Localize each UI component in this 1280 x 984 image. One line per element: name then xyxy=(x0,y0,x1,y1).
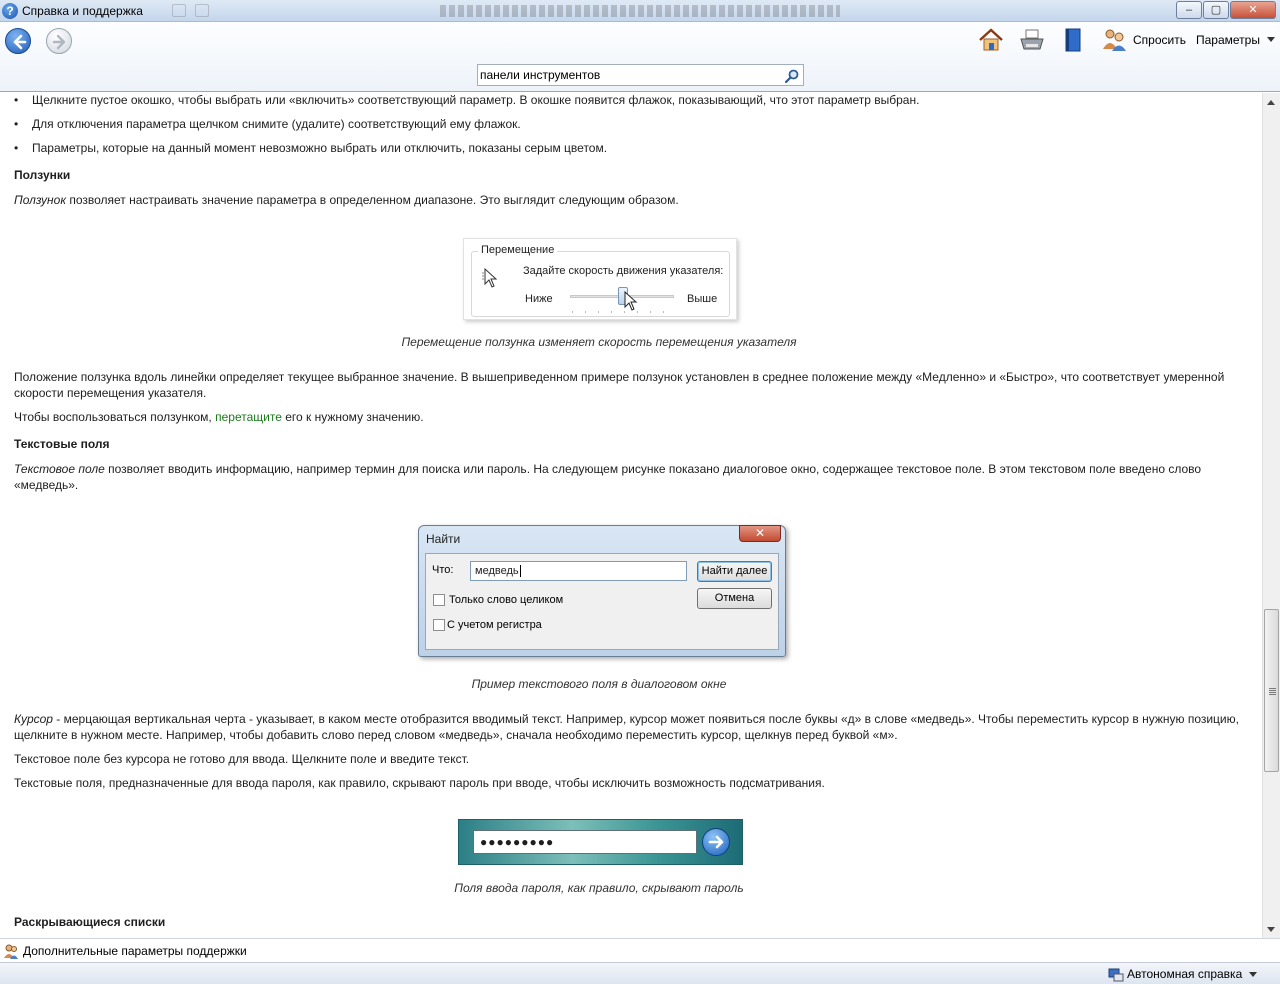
slider-prompt: Задайте скорость движения указателя: xyxy=(523,265,724,277)
scroll-down-icon[interactable] xyxy=(1267,927,1275,932)
section-heading-textboxes: Текстовые поля xyxy=(14,437,110,451)
what-label: Что: xyxy=(432,564,454,576)
ask-people-icon[interactable] xyxy=(1100,27,1128,53)
help-app-icon: ? xyxy=(2,3,18,19)
search-input[interactable] xyxy=(480,66,780,84)
figure-caption: Перемещение ползунка изменяет скорость п… xyxy=(401,335,797,349)
password-paragraph: Текстовые поля, предназначенные для ввод… xyxy=(14,776,825,790)
support-bar: Дополнительные параметры поддержки xyxy=(0,938,1280,962)
no-cursor-paragraph: Текстовое поле без курсора не готово для… xyxy=(14,752,470,766)
offline-help-button[interactable]: Автономная справка xyxy=(1127,967,1242,981)
arrow-right-icon xyxy=(52,34,66,50)
slider-usage-paragraph: Чтобы воспользоваться ползунком, перетащ… xyxy=(14,410,424,424)
home-icon[interactable] xyxy=(977,27,1005,53)
what-field: медведь xyxy=(470,561,687,581)
whole-word-checkbox xyxy=(433,594,445,606)
support-people-icon xyxy=(4,944,18,959)
find-dialog-figure: Найти ✕ Что: медведь Найти далее Отмена … xyxy=(418,525,786,657)
scroll-up-icon[interactable] xyxy=(1267,100,1275,105)
window-title: Справка и поддержка xyxy=(22,4,143,18)
quick-access-icon xyxy=(172,4,186,17)
figure-caption: Пример текстового поля в диалоговом окне xyxy=(471,677,727,691)
more-support-link[interactable]: Дополнительные параметры поддержки xyxy=(23,944,247,958)
minimize-button[interactable]: ‒ xyxy=(1176,1,1202,19)
slider-ticks xyxy=(572,311,676,313)
options-button[interactable]: Параметры xyxy=(1196,33,1260,47)
vertical-scrollbar[interactable] xyxy=(1262,93,1280,938)
background-window-title xyxy=(440,5,840,17)
forward-button[interactable] xyxy=(46,28,72,54)
term: Текстовое поле xyxy=(14,462,105,476)
section-heading-sliders: Ползунки xyxy=(14,168,71,182)
offline-help-icon xyxy=(1108,968,1124,982)
term: Ползунок xyxy=(14,193,66,207)
whole-word-label: Только слово целиком xyxy=(449,594,564,606)
slider-low-label: Ниже xyxy=(525,293,553,305)
back-button[interactable] xyxy=(5,28,31,54)
browse-help-icon[interactable] xyxy=(1059,27,1087,53)
dialog-close-icon: ✕ xyxy=(739,525,781,542)
slider-paragraph: Положение ползунка вдоль линейки определ… xyxy=(14,370,1225,400)
list-item: Параметры, которые на данный момент нево… xyxy=(14,140,607,156)
password-figure: ●●●●●●●●● xyxy=(458,819,743,865)
textbox-intro: Текстовое поле позволяет вводить информа… xyxy=(14,462,1202,492)
drag-link[interactable]: перетащите xyxy=(215,410,282,424)
motion-group xyxy=(471,251,730,317)
pointer-trail-icon xyxy=(482,267,498,288)
submit-arrow-icon xyxy=(702,828,730,856)
list-item: Для отключения параметра щелчком снимите… xyxy=(14,116,521,132)
scrollbar-thumb[interactable] xyxy=(1264,609,1279,772)
term: Курсор xyxy=(14,712,53,726)
cursor-paragraph: Курсор - мерцающая вертикальная черта - … xyxy=(14,712,1239,742)
sliders-intro: Ползунок позволяет настраивать значение … xyxy=(14,193,679,207)
mouse-pointer-icon xyxy=(624,291,638,311)
title-bar: ? Справка и поддержка ‒ ▢ ✕ xyxy=(0,0,1280,22)
dialog-title: Найти xyxy=(426,532,461,546)
chevron-down-icon[interactable] xyxy=(1249,972,1257,977)
match-case-checkbox xyxy=(433,619,445,631)
dialog-body: Что: медведь Найти далее Отмена Только с… xyxy=(425,553,779,650)
slider-figure: Перемещение Задайте скорость движения ук… xyxy=(463,238,737,320)
close-button[interactable]: ✕ xyxy=(1230,1,1276,19)
quick-access-icon xyxy=(195,4,209,17)
list-item: Щелкните пустое окошко, чтобы выбрать ил… xyxy=(14,93,919,108)
print-icon[interactable] xyxy=(1018,27,1046,53)
help-article: Щелкните пустое окошко, чтобы выбрать ил… xyxy=(0,93,1262,938)
group-label: Перемещение xyxy=(478,244,558,256)
slider-high-label: Выше xyxy=(687,293,718,305)
figure-caption: Поля ввода пароля, как правило, скрывают… xyxy=(454,881,744,895)
search-box xyxy=(477,64,804,86)
section-heading-dropdowns: Раскрывающиеся списки xyxy=(14,915,166,929)
cancel-button: Отмена xyxy=(697,588,772,609)
find-next-button: Найти далее xyxy=(697,561,772,582)
toolbar: Спросить Параметры xyxy=(0,22,1280,92)
match-case-label: С учетом регистра xyxy=(447,619,542,631)
maximize-button[interactable]: ▢ xyxy=(1203,1,1229,19)
status-bar: Автономная справка xyxy=(0,962,1280,984)
search-icon[interactable] xyxy=(784,68,800,84)
ask-button[interactable]: Спросить xyxy=(1133,33,1186,47)
grip-icon xyxy=(1269,688,1276,695)
arrow-left-icon xyxy=(13,34,27,50)
password-field: ●●●●●●●●● xyxy=(473,830,697,854)
chevron-down-icon[interactable] xyxy=(1267,37,1275,42)
